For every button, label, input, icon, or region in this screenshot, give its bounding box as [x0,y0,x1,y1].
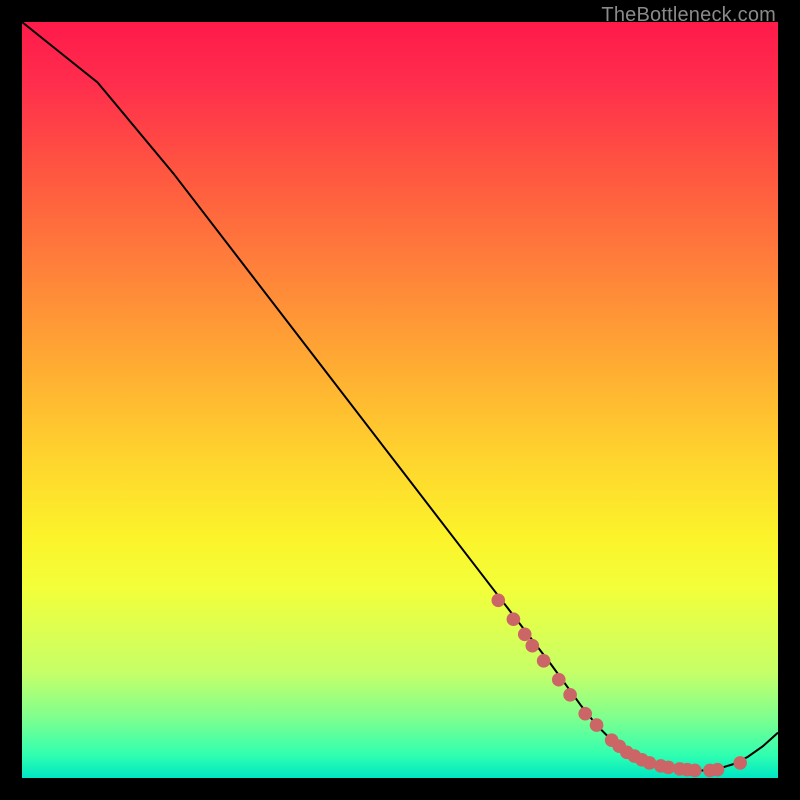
chart-stage: TheBottleneck.com [0,0,800,800]
marker-dot [590,718,604,732]
marker-dot [578,707,592,721]
plot-area [22,22,778,778]
marker-dot [525,639,539,653]
curve-line [22,22,778,770]
marker-dot [688,764,702,778]
marker-dot [537,654,551,668]
marker-dot [711,763,725,777]
chart-svg [22,22,778,778]
marker-dot [733,756,747,770]
marker-dot [507,612,521,626]
marker-dot [552,673,566,687]
marker-group [491,594,747,778]
marker-dot [491,594,505,608]
marker-dot [563,688,577,702]
marker-dot [518,628,532,642]
